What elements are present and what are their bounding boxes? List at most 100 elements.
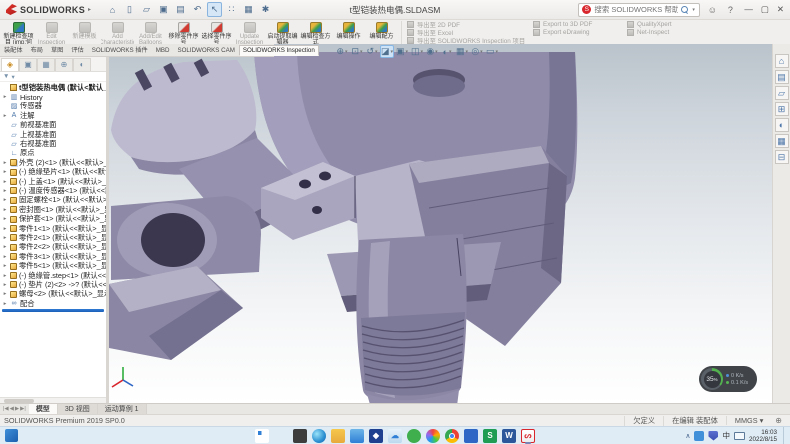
zoom-area-icon[interactable]: ⊡▾ bbox=[350, 45, 364, 58]
app-blue-icon[interactable] bbox=[464, 429, 478, 443]
select-cursor-icon[interactable]: ↖ bbox=[207, 2, 222, 17]
export-3d-pdf-item[interactable]: Export to 3D PDF bbox=[533, 21, 623, 29]
tree-component[interactable]: ▸ 密封圈<1> (默认<<默认>_显示状态 bbox=[0, 205, 106, 214]
tab-sw-inspection[interactable]: SOLIDWORKS Inspection bbox=[239, 45, 319, 56]
undo-icon[interactable]: ↶ bbox=[190, 2, 205, 17]
net-inspect-item[interactable]: Net-Inspect bbox=[627, 29, 693, 37]
view-settings-icon[interactable]: ◎▾ bbox=[470, 45, 484, 58]
minimize-button[interactable]: — bbox=[744, 4, 753, 15]
export-inspection-project-item[interactable]: 导出至 SOLIDWORKS Inspection 项目 bbox=[407, 37, 529, 45]
filter-dropdown-icon[interactable]: ▾ bbox=[11, 73, 14, 81]
tray-chevron-up-icon[interactable]: ∧ bbox=[685, 432, 690, 440]
close-button[interactable]: ✕ bbox=[777, 4, 784, 15]
tree-annotations[interactable]: ▸ A 注解 bbox=[0, 111, 106, 120]
tree-origin[interactable]: ▸ ∟ 原点 bbox=[0, 149, 106, 158]
edit-appearance-icon[interactable]: ◐▾ bbox=[440, 45, 454, 58]
browser-360-icon[interactable] bbox=[426, 429, 440, 443]
tree-component[interactable]: ▸ 零件2<1> (默认<<默认>_显示状态 bbox=[0, 233, 106, 242]
motion-study-tab[interactable]: 运动算例 1 bbox=[98, 404, 147, 414]
zoom-fit-icon[interactable]: ⊕▾ bbox=[335, 45, 349, 58]
tab-sketch[interactable]: 草图 bbox=[47, 43, 67, 56]
app-green-icon[interactable] bbox=[407, 429, 421, 443]
word-icon[interactable]: W bbox=[502, 429, 516, 443]
edge-icon[interactable] bbox=[312, 429, 326, 443]
tree-component[interactable]: ▸ 固定螺栓<1> (默认<<默认>_显示状 bbox=[0, 196, 106, 205]
solidworks-icon[interactable]: ᔕ bbox=[521, 429, 535, 443]
print-icon[interactable]: ▤ bbox=[173, 2, 188, 17]
tree-component[interactable]: ▸ (-) 温度传感器<1> (默认<<默认>_显 bbox=[0, 186, 106, 195]
clock[interactable]: 16:03 2022/8/15 bbox=[749, 429, 777, 443]
display-settings-icon[interactable]: ▦ bbox=[241, 2, 256, 17]
comment-icon[interactable]: ▭▾ bbox=[485, 45, 499, 58]
design-library-icon[interactable]: ▤ bbox=[775, 70, 789, 84]
remove-balloons-button[interactable]: 移除零件序号 bbox=[167, 21, 200, 44]
widgets-icon[interactable] bbox=[5, 429, 18, 442]
chrome-icon[interactable] bbox=[445, 429, 459, 443]
edit-recipe-button[interactable]: 编辑配方 bbox=[365, 21, 398, 44]
tree-component[interactable]: ▸ 零件3<1> (默认<<默认>_显示状态 bbox=[0, 252, 106, 261]
tree-right-plane[interactable]: ▸ ▱ 右视基准面 bbox=[0, 139, 106, 148]
select-balloons-button[interactable]: 选择零件序号 bbox=[200, 21, 233, 44]
dimxpertmanager-tab[interactable]: ⊕ bbox=[55, 58, 73, 71]
scroll-first-button[interactable]: |◀ bbox=[3, 406, 9, 412]
tree-front-plane[interactable]: ▸ ▱ 前视基准面 bbox=[0, 121, 106, 130]
net-speed-monitor[interactable]: 35% 0 K/s 0.1 K/s bbox=[699, 366, 757, 392]
add-edit-balloons-button[interactable]: Add/Edit Balloons bbox=[134, 21, 167, 44]
displaymanager-tab[interactable]: ◐ bbox=[73, 58, 91, 71]
tree-top-plane[interactable]: ▸ ▱ 上视基准面 bbox=[0, 130, 106, 139]
expand-arrow-icon[interactable]: ▸ bbox=[2, 197, 8, 203]
search-input[interactable] bbox=[594, 5, 678, 14]
tree-history[interactable]: ▸ ▥ History bbox=[0, 92, 106, 101]
expand-arrow-icon[interactable]: ▸ bbox=[2, 226, 8, 232]
export-excel-item[interactable]: 导出至 Excel bbox=[407, 29, 529, 37]
tab-evaluate[interactable]: 评估 bbox=[67, 43, 87, 56]
expand-arrow-icon[interactable]: ▸ bbox=[2, 113, 8, 119]
tab-layout[interactable]: 布局 bbox=[27, 43, 47, 56]
app-menu[interactable]: SOLIDWORKS ▸ bbox=[0, 4, 97, 15]
propertymanager-tab[interactable]: ▣ bbox=[19, 58, 37, 71]
start-button[interactable] bbox=[255, 429, 269, 443]
expand-arrow-icon[interactable]: ▸ bbox=[2, 282, 8, 288]
app-s-icon[interactable]: S bbox=[483, 429, 497, 443]
3d-views-tab[interactable]: 3D 视图 bbox=[58, 404, 98, 414]
tab-mbd[interactable]: MBD bbox=[152, 45, 174, 56]
file-explorer-icon[interactable] bbox=[331, 429, 345, 443]
export-edrawing-item[interactable]: Export eDrawing bbox=[533, 29, 623, 37]
rollback-bar[interactable] bbox=[2, 309, 104, 312]
login-icon[interactable]: ☺ bbox=[706, 5, 718, 15]
help-search-box[interactable]: S ▾ bbox=[578, 3, 700, 17]
expand-arrow-icon[interactable]: ▸ bbox=[2, 235, 8, 241]
tree-component[interactable]: ▸ 外壳 (2)<1> (默认<<默认>_显示状态 bbox=[0, 158, 106, 167]
save-icon[interactable]: ▣ bbox=[156, 2, 171, 17]
file-explorer-icon[interactable]: ▱ bbox=[775, 86, 789, 100]
display-style-icon[interactable]: ◫▾ bbox=[410, 45, 424, 58]
tree-component[interactable]: ▸ 零件2<2> (默认<<默认>_显示状态 bbox=[0, 243, 106, 252]
model-tab[interactable]: 模型 bbox=[29, 404, 58, 414]
new-template-button[interactable]: 新建模板 bbox=[68, 21, 101, 44]
expand-arrow-icon[interactable]: ▸ bbox=[2, 216, 8, 222]
show-desktop-button[interactable] bbox=[783, 427, 786, 444]
rebuild-icon[interactable]: ∷ bbox=[224, 2, 239, 17]
graphics-viewport[interactable]: ⊕▾⊡▾↺▾◪▾▣▾◫▾◉▾◐▾▦▾◎▾▭▾ 35% 0 K/s 0.1 K/s bbox=[109, 44, 772, 403]
new-inspection-project-button[interactable]: 新建检查项目 (imp:何 bbox=[2, 21, 35, 44]
expand-arrow-icon[interactable]: ▸ bbox=[2, 263, 8, 269]
filter-funnel-icon[interactable]: ▼ bbox=[3, 73, 9, 80]
hide-show-items-icon[interactable]: ◉▾ bbox=[425, 45, 439, 58]
onedrive-icon[interactable]: ☁ bbox=[388, 429, 402, 443]
scroll-left-button[interactable]: ◀ bbox=[10, 406, 14, 412]
tree-component[interactable]: ▸ 螺母<2> (默认<<默认>_显示状态 bbox=[0, 290, 106, 299]
previous-view-icon[interactable]: ↺▾ bbox=[365, 45, 379, 58]
tray-security-shield-icon[interactable] bbox=[708, 431, 718, 441]
tree-root-assembly[interactable]: ▸ t型铠装热电偶 (默认<默认_显示状态-1> bbox=[0, 83, 106, 92]
update-inspection-project-button[interactable]: Update Inspection Project bbox=[233, 21, 266, 44]
expand-arrow-icon[interactable]: ▸ bbox=[2, 94, 8, 100]
expand-arrow-icon[interactable]: ▸ bbox=[2, 169, 8, 175]
launch-extraction-editor-button[interactable]: 启动提取编辑器 bbox=[266, 21, 299, 44]
edit-inspection-project-button[interactable]: Edit Inspection Project bbox=[35, 21, 68, 44]
configurationmanager-tab[interactable]: ▦ bbox=[37, 58, 55, 71]
mail-icon[interactable] bbox=[350, 429, 364, 443]
restore-button[interactable]: ▢ bbox=[761, 4, 769, 15]
tab-assembly[interactable]: 装配体 bbox=[0, 43, 27, 56]
view-orientation-icon[interactable]: ▣▾ bbox=[395, 45, 409, 58]
featuremanager-tab[interactable]: ◈ bbox=[1, 58, 19, 71]
